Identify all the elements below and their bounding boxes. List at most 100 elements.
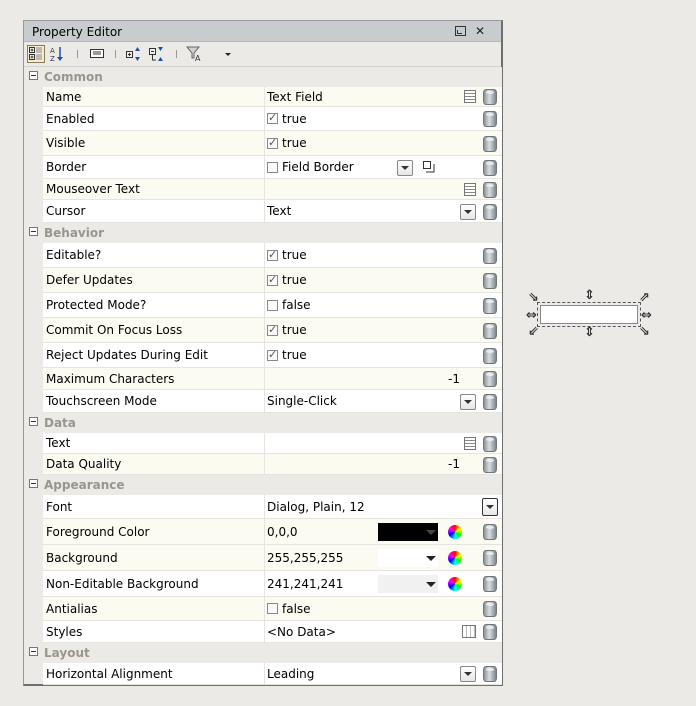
property-row[interactable]: Visible true — [43, 131, 502, 156]
property-value-cell[interactable]: Dialog, Plain, 12 — [264, 495, 502, 518]
property-value[interactable]: Text Field — [267, 90, 323, 104]
category-behavior[interactable]: Behavior — [24, 223, 502, 243]
binding-icon[interactable] — [483, 371, 497, 387]
text-editor-icon[interactable] — [464, 437, 476, 450]
property-value-cell[interactable]: true — [264, 131, 502, 155]
binding-icon[interactable] — [483, 111, 497, 127]
binding-icon[interactable] — [483, 182, 497, 198]
checkbox[interactable] — [267, 248, 278, 261]
checkbox[interactable] — [267, 136, 278, 149]
dropdown-button[interactable] — [460, 394, 476, 410]
binding-icon[interactable] — [483, 666, 497, 682]
collapse-toggle-icon[interactable] — [29, 647, 38, 656]
property-row[interactable]: Defer Updates true — [43, 268, 502, 293]
property-value[interactable]: 255,255,255 — [267, 551, 343, 565]
property-value-cell[interactable]: true — [264, 243, 502, 267]
collapse-toggle-icon[interactable] — [29, 417, 38, 426]
binding-icon[interactable] — [483, 436, 497, 452]
category-layout[interactable]: Layout — [24, 643, 502, 663]
expand-all-icon[interactable] — [125, 45, 143, 63]
checkbox[interactable] — [267, 323, 278, 336]
binding-icon[interactable] — [483, 273, 497, 289]
property-value[interactable]: Dialog, Plain, 12 — [267, 500, 365, 514]
property-value[interactable]: 0,0,0 — [267, 525, 298, 539]
property-row[interactable]: Styles <No Data> — [43, 621, 502, 643]
color-wheel-icon[interactable] — [448, 577, 462, 591]
category-data[interactable]: Data — [24, 413, 502, 433]
dropdown-button[interactable] — [460, 204, 476, 220]
property-value-cell[interactable]: false — [264, 597, 502, 620]
resize-handle-ne-icon[interactable]: ⇗ — [639, 291, 650, 304]
property-row[interactable]: Reject Updates During Edit true — [43, 343, 502, 368]
text-editor-icon[interactable] — [464, 90, 476, 103]
checkbox[interactable] — [267, 273, 278, 286]
binding-icon[interactable] — [483, 601, 497, 617]
sort-alphabetical-icon[interactable]: AZ — [48, 45, 66, 63]
dropdown-button[interactable] — [460, 666, 476, 682]
property-row[interactable]: Foreground Color 0,0,0 — [43, 519, 502, 545]
resize-handle-n-icon[interactable]: ⇕ — [584, 289, 595, 302]
resize-handle-nw-icon[interactable]: ⇘ — [528, 291, 539, 304]
filter-icon[interactable]: A — [186, 45, 204, 63]
property-row[interactable]: Non-Editable Background 241,241,241 — [43, 571, 502, 597]
property-value-cell[interactable]: -1 — [264, 454, 502, 474]
binding-icon[interactable] — [483, 136, 497, 152]
checkbox[interactable] — [267, 299, 278, 311]
binding-icon[interactable] — [483, 160, 497, 176]
binding-icon[interactable] — [483, 89, 497, 105]
binding-icon[interactable] — [483, 248, 497, 264]
color-dropdown-arrow-icon[interactable] — [426, 530, 436, 535]
category-appearance[interactable]: Appearance — [24, 475, 502, 495]
property-value-cell[interactable]: Text — [264, 200, 502, 222]
property-row[interactable]: Commit On Focus Loss true — [43, 318, 502, 343]
property-value-cell[interactable]: <No Data> — [264, 621, 502, 642]
property-value-cell[interactable]: 0,0,0 — [264, 519, 502, 544]
checkbox[interactable] — [267, 111, 278, 124]
float-icon[interactable] — [453, 24, 467, 38]
binding-icon[interactable] — [483, 524, 497, 540]
property-row[interactable]: Mouseover Text — [43, 179, 502, 200]
binding-icon[interactable] — [483, 624, 497, 640]
resize-handle-sw-icon[interactable]: ⇙ — [528, 325, 539, 338]
property-value-cell[interactable]: Leading — [264, 663, 502, 684]
property-row[interactable]: Antialias false — [43, 597, 502, 621]
checkbox[interactable] — [267, 348, 278, 361]
description-toggle-icon[interactable] — [88, 45, 106, 63]
property-value[interactable]: 241,241,241 — [267, 577, 343, 591]
color-wheel-icon[interactable] — [448, 551, 462, 565]
categorized-view-icon[interactable] — [27, 45, 45, 63]
property-row[interactable]: Border Field Border — [43, 156, 502, 179]
collapse-all-icon[interactable] — [148, 45, 166, 63]
color-dropdown-arrow-icon[interactable] — [426, 582, 436, 587]
binding-icon[interactable] — [483, 394, 497, 410]
binding-icon[interactable] — [483, 457, 497, 473]
property-row[interactable]: Cursor Text — [43, 200, 502, 223]
property-value[interactable]: Text — [267, 204, 291, 218]
binding-icon[interactable] — [483, 323, 497, 339]
resize-handle-e-icon[interactable]: ⇔ — [641, 309, 652, 322]
property-value-cell[interactable]: true — [264, 268, 502, 292]
dropdown-arrow-icon[interactable] — [219, 45, 237, 63]
collapse-toggle-icon[interactable] — [29, 71, 38, 80]
property-row[interactable]: Data Quality -1 — [43, 454, 502, 475]
property-value-cell[interactable]: false — [264, 293, 502, 317]
checkbox[interactable] — [267, 603, 278, 614]
property-value-cell[interactable] — [264, 433, 502, 453]
property-value-cell[interactable]: true — [264, 318, 502, 342]
property-value-cell[interactable]: -1 — [264, 368, 502, 389]
property-value-cell[interactable] — [264, 179, 502, 199]
property-row[interactable]: Font Dialog, Plain, 12 — [43, 495, 502, 519]
dropdown-button[interactable] — [397, 160, 413, 176]
color-wheel-icon[interactable] — [448, 525, 462, 539]
property-value-cell[interactable]: true — [264, 343, 502, 367]
resize-handle-se-icon[interactable]: ⇘ — [639, 325, 650, 338]
binding-icon[interactable] — [483, 204, 497, 220]
property-value[interactable]: -1 — [448, 457, 460, 471]
property-row[interactable]: Enabled true — [43, 107, 502, 131]
collapse-toggle-icon[interactable] — [29, 479, 38, 488]
binding-icon[interactable] — [483, 576, 497, 592]
category-common[interactable]: Common — [24, 67, 502, 87]
checkbox[interactable] — [267, 161, 278, 173]
property-row[interactable]: Maximum Characters -1 — [43, 368, 502, 390]
text-editor-icon[interactable] — [464, 183, 476, 196]
